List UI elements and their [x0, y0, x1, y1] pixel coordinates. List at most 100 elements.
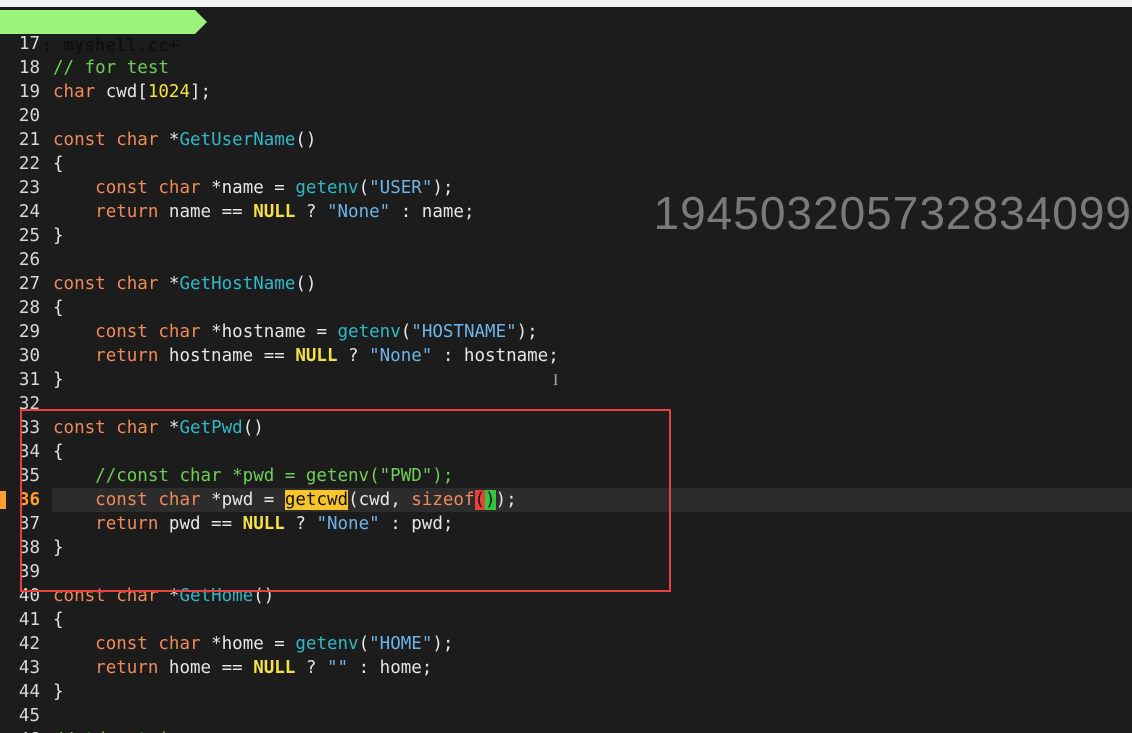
code-token: char — [158, 634, 201, 654]
code-token: "HOSTNAME" — [411, 322, 517, 342]
code-token: const — [95, 322, 148, 342]
code-token: ? — [295, 658, 327, 678]
code-token: "None" — [326, 202, 391, 222]
code-token: NULL — [253, 658, 296, 678]
line-number: 46 — [0, 728, 40, 733]
code-token: { — [53, 154, 64, 174]
line-number: 41 — [18, 610, 40, 630]
code-line[interactable]: 46 //std::string — [0, 728, 1132, 733]
line-number: 25 — [18, 226, 40, 246]
line-number: 18 — [18, 58, 40, 78]
line-number: 24 — [18, 202, 40, 222]
code-token: const — [53, 130, 106, 150]
code-token: : hostname; — [432, 346, 559, 366]
line-number: 22 — [18, 154, 40, 174]
code-token: home == — [158, 658, 254, 678]
code-token: char — [116, 274, 159, 294]
code-line[interactable]: 26 — [0, 248, 1132, 272]
code-token: NULL — [295, 346, 338, 366]
line-number: 42 — [18, 634, 40, 654]
code-token: getenv — [337, 322, 401, 342]
code-token: ( — [400, 322, 412, 342]
code-text: const char *home = getenv("HOME"); — [53, 632, 453, 656]
code-text: const char *GetHostName() — [53, 272, 316, 296]
code-line[interactable]: 29 const char *hostname = getenv("HOSTNA… — [0, 320, 1132, 344]
code-text: return home == NULL ? "" : home; — [53, 656, 432, 680]
code-token: { — [53, 298, 64, 318]
code-token: getenv — [295, 178, 359, 198]
code-token: * — [158, 274, 180, 294]
code-text: const char *hostname = getenv("HOSTNAME"… — [53, 320, 538, 344]
code-line[interactable]: 30 return hostname == NULL ? "None" : ho… — [0, 344, 1132, 368]
code-line[interactable]: 43 return home == NULL ? "" : home; — [0, 656, 1132, 680]
code-token: char — [158, 322, 201, 342]
line-number: 23 — [18, 178, 40, 198]
code-token: hostname == — [158, 346, 296, 366]
code-token: name == — [158, 202, 254, 222]
code-token: ( — [358, 634, 370, 654]
code-text: { — [53, 608, 64, 632]
line-number: 26 — [18, 250, 40, 270]
line-number: 45 — [18, 706, 40, 726]
line-number: 44 — [18, 682, 40, 702]
code-line[interactable]: 42 const char *home = getenv("HOME"); — [0, 632, 1132, 656]
code-token: cwd[ — [95, 82, 148, 102]
code-token: { — [53, 610, 64, 630]
code-line[interactable]: 22 { — [0, 152, 1132, 176]
code-line[interactable]: 44} — [0, 680, 1132, 704]
tab-arrow-icon — [195, 10, 207, 34]
code-line[interactable]: 27 const char *GetHostName() — [0, 272, 1132, 296]
code-token: ( — [358, 178, 370, 198]
code-line[interactable]: 28 { — [0, 296, 1132, 320]
line-number: 19 — [18, 82, 40, 102]
code-token: // for test — [53, 58, 169, 78]
code-line[interactable]: 21 const char *GetUserName() — [0, 128, 1132, 152]
code-line[interactable]: 41 { — [0, 608, 1132, 632]
code-token: const — [53, 274, 106, 294]
code-token: return — [95, 346, 159, 366]
code-token: getenv — [295, 634, 359, 654]
code-line[interactable]: 19 char cwd[1024]; — [0, 80, 1132, 104]
code-token: return — [95, 202, 159, 222]
line-number: 27 — [18, 274, 40, 294]
code-token: *name = — [200, 178, 296, 198]
code-token: ); — [516, 322, 538, 342]
code-token: GetUserName — [179, 130, 296, 150]
code-token: } — [53, 682, 64, 702]
code-token: ? — [337, 346, 370, 366]
code-line[interactable]: 45 — [0, 704, 1132, 728]
code-text: char cwd[1024]; — [53, 80, 211, 104]
code-text: { — [53, 152, 64, 176]
code-line[interactable]: 18 // for test — [0, 56, 1132, 80]
code-token: "" — [326, 658, 349, 678]
code-token: "HOME" — [369, 634, 433, 654]
code-token: return — [95, 658, 159, 678]
code-line[interactable]: 20 — [0, 104, 1132, 128]
code-text: } — [53, 680, 64, 704]
tab-myshell-cc[interactable]: : myshell.cc+ — [0, 10, 195, 56]
code-token: ); — [432, 634, 454, 654]
code-token: ); — [432, 178, 454, 198]
annotation-box — [20, 409, 671, 592]
code-editor[interactable]: 17 18 // for test 19 char cwd[1024]; 20 21 cons… — [0, 32, 1132, 733]
code-token: * — [158, 130, 180, 150]
code-text: return name == NULL ? "None" : name; — [53, 200, 474, 224]
code-line[interactable]: 31} — [0, 368, 1132, 392]
code-token: char — [53, 82, 96, 102]
code-token: : name; — [390, 202, 475, 222]
code-token: () — [295, 130, 317, 150]
line-number: 29 — [18, 322, 40, 342]
code-token: () — [295, 274, 317, 294]
line-number: 20 — [18, 106, 40, 126]
code-token: GetHostName — [179, 274, 296, 294]
code-token: *hostname = — [200, 322, 338, 342]
code-line[interactable]: 17 — [0, 32, 1132, 56]
